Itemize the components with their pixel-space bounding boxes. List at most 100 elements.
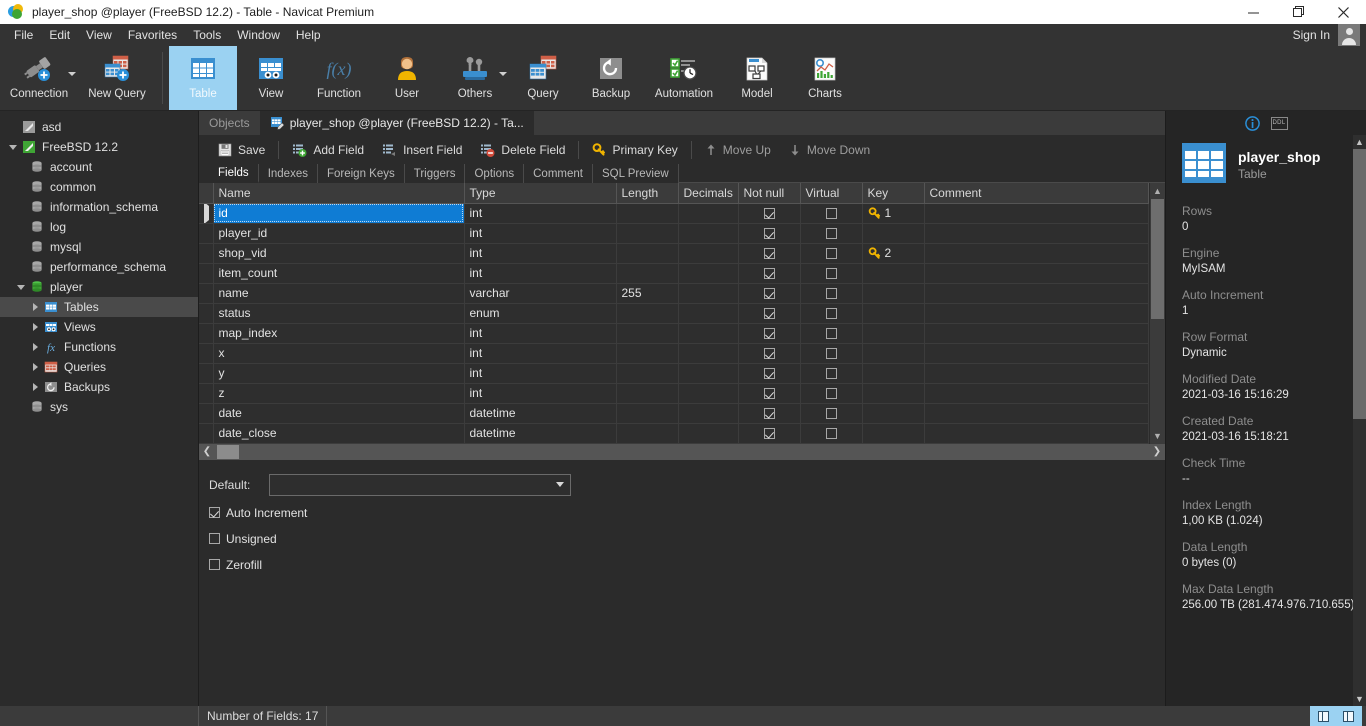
cell-type[interactable]: int xyxy=(464,323,616,343)
not-null-checkbox[interactable] xyxy=(764,368,775,379)
menu-tools[interactable]: Tools xyxy=(185,25,229,45)
cell-decimals[interactable] xyxy=(678,403,738,423)
cell-virtual[interactable] xyxy=(800,383,862,403)
cell-length[interactable] xyxy=(616,323,678,343)
ribbon-others[interactable]: Others xyxy=(441,46,509,110)
cell-type[interactable]: enum xyxy=(464,303,616,323)
move-down-button[interactable]: Move Down xyxy=(780,143,879,157)
cell-name[interactable]: id xyxy=(213,203,464,223)
virtual-checkbox[interactable] xyxy=(826,388,837,399)
virtual-checkbox[interactable] xyxy=(826,268,837,279)
cell-virtual[interactable] xyxy=(800,283,862,303)
virtual-checkbox[interactable] xyxy=(826,368,837,379)
ribbon-backup[interactable]: Backup xyxy=(577,46,645,110)
cell-decimals[interactable] xyxy=(678,343,738,363)
not-null-checkbox[interactable] xyxy=(764,228,775,239)
cell-not-null[interactable] xyxy=(738,383,800,403)
cell-type[interactable]: int xyxy=(464,263,616,283)
cell-comment[interactable] xyxy=(924,423,1149,443)
zerofill-checkbox[interactable] xyxy=(209,559,220,570)
grid-vertical-scrollbar[interactable]: ▲ ▼ xyxy=(1149,183,1165,444)
ribbon-new-query[interactable]: New Query xyxy=(78,46,156,110)
cell-not-null[interactable] xyxy=(738,323,800,343)
unsigned-checkbox[interactable] xyxy=(209,533,220,544)
cell-key[interactable]: 1 xyxy=(862,203,924,223)
col-header-key[interactable]: Key xyxy=(862,183,924,203)
insert-field-button[interactable]: Insert Field xyxy=(373,143,471,157)
tab-comment[interactable]: Comment xyxy=(524,164,593,183)
twisty-down[interactable] xyxy=(14,285,28,290)
info-icon[interactable] xyxy=(1245,115,1261,131)
cell-length[interactable] xyxy=(616,303,678,323)
ribbon-model[interactable]: Model xyxy=(723,46,791,110)
cell-comment[interactable] xyxy=(924,203,1149,223)
tree-node-asd[interactable]: asd xyxy=(0,117,198,137)
cell-key[interactable] xyxy=(862,223,924,243)
col-header-type[interactable]: Type xyxy=(464,183,616,203)
minimize-button[interactable] xyxy=(1231,0,1276,24)
unsigned-row[interactable]: Unsigned xyxy=(209,532,1165,546)
col-header-not-null[interactable]: Not null xyxy=(738,183,800,203)
not-null-checkbox[interactable] xyxy=(764,388,775,399)
tab-objects[interactable]: Objects xyxy=(199,111,260,135)
cell-not-null[interactable] xyxy=(738,403,800,423)
cell-key[interactable] xyxy=(862,363,924,383)
close-button[interactable] xyxy=(1321,0,1366,24)
cell-virtual[interactable] xyxy=(800,343,862,363)
add-field-button[interactable]: Add Field xyxy=(283,143,373,157)
cell-not-null[interactable] xyxy=(738,243,800,263)
chevron-down-icon[interactable] xyxy=(499,72,507,76)
cell-key[interactable] xyxy=(862,383,924,403)
not-null-checkbox[interactable] xyxy=(764,348,775,359)
cell-name[interactable]: status xyxy=(213,303,464,323)
cell-length[interactable] xyxy=(616,423,678,443)
info-scroll-up-button[interactable]: ▲ xyxy=(1353,135,1366,149)
cell-not-null[interactable] xyxy=(738,263,800,283)
cell-type[interactable]: int xyxy=(464,383,616,403)
table-row[interactable]: item_count int xyxy=(199,263,1149,283)
cell-length[interactable] xyxy=(616,263,678,283)
tree-node-account[interactable]: account xyxy=(0,157,198,177)
ribbon-user[interactable]: User xyxy=(373,46,441,110)
grid-view-button[interactable] xyxy=(1313,708,1334,724)
cell-key[interactable] xyxy=(862,303,924,323)
cell-type[interactable]: int xyxy=(464,363,616,383)
cell-comment[interactable] xyxy=(924,223,1149,243)
cell-decimals[interactable] xyxy=(678,243,738,263)
table-row[interactable]: status enum xyxy=(199,303,1149,323)
not-null-checkbox[interactable] xyxy=(764,408,775,419)
tree-node-information-schema[interactable]: information_schema xyxy=(0,197,198,217)
info-panel-scrollbar[interactable]: ▲ ▼ xyxy=(1353,135,1366,706)
cell-type[interactable]: varchar xyxy=(464,283,616,303)
ribbon-query[interactable]: Query xyxy=(509,46,577,110)
cell-type[interactable]: datetime xyxy=(464,403,616,423)
tab-indexes[interactable]: Indexes xyxy=(259,164,318,183)
virtual-checkbox[interactable] xyxy=(826,348,837,359)
cell-key[interactable] xyxy=(862,283,924,303)
menu-view[interactable]: View xyxy=(78,25,120,45)
cell-comment[interactable] xyxy=(924,343,1149,363)
cell-name[interactable]: y xyxy=(213,363,464,383)
cell-not-null[interactable] xyxy=(738,203,800,223)
cell-not-null[interactable] xyxy=(738,343,800,363)
cell-comment[interactable] xyxy=(924,263,1149,283)
table-row[interactable]: x int xyxy=(199,343,1149,363)
info-scroll-down-button[interactable]: ▼ xyxy=(1353,692,1366,706)
cell-comment[interactable] xyxy=(924,383,1149,403)
cell-name[interactable]: x xyxy=(213,343,464,363)
scroll-down-button[interactable]: ▼ xyxy=(1150,428,1165,444)
sidebar-item-backups[interactable]: Backups xyxy=(0,377,198,397)
menu-window[interactable]: Window xyxy=(229,25,288,45)
tree-node-sys[interactable]: sys xyxy=(0,397,198,417)
cell-key[interactable] xyxy=(862,323,924,343)
col-header-name[interactable]: Name xyxy=(213,183,464,203)
cell-comment[interactable] xyxy=(924,243,1149,263)
primary-key-button[interactable]: Primary Key xyxy=(583,143,686,157)
cell-virtual[interactable] xyxy=(800,203,862,223)
cell-type[interactable]: int xyxy=(464,203,616,223)
table-row[interactable]: map_index int xyxy=(199,323,1149,343)
ribbon-connection[interactable]: Connection xyxy=(0,46,78,110)
cell-key[interactable] xyxy=(862,423,924,443)
virtual-checkbox[interactable] xyxy=(826,428,837,439)
cell-not-null[interactable] xyxy=(738,223,800,243)
